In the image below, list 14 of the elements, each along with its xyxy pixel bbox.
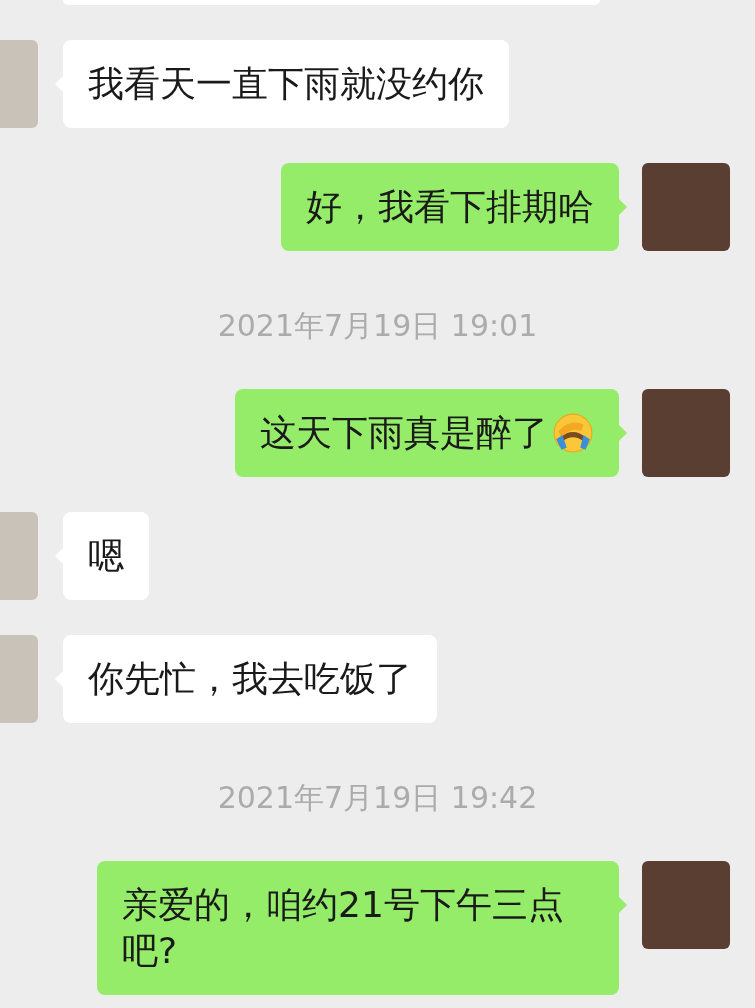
- message-text: 你先忙，我去吃饭了: [88, 657, 412, 701]
- timestamp: 2021年7月19日 19:01: [216, 308, 539, 344]
- timestamp: 2021年7月19日 19:42: [216, 780, 539, 816]
- avatar-photo-placeholder[interactable]: [0, 635, 38, 723]
- message-text: 我看天一直下雨就没约你: [88, 62, 484, 106]
- avatar-photo-placeholder[interactable]: [0, 512, 38, 600]
- avatar-photo-placeholder[interactable]: [642, 389, 730, 477]
- avatar-photo-placeholder[interactable]: [0, 40, 38, 128]
- message-text: 亲爱的，咱约21号下午三点吧?: [122, 883, 565, 973]
- avatar-photo-placeholder[interactable]: [642, 861, 730, 949]
- avatar-photo-placeholder[interactable]: [642, 163, 730, 251]
- message-text: 好，我看下排期哈: [306, 185, 594, 229]
- message-text: 这天下雨真是醉了: [260, 411, 548, 455]
- message-text: 嗯: [88, 534, 124, 578]
